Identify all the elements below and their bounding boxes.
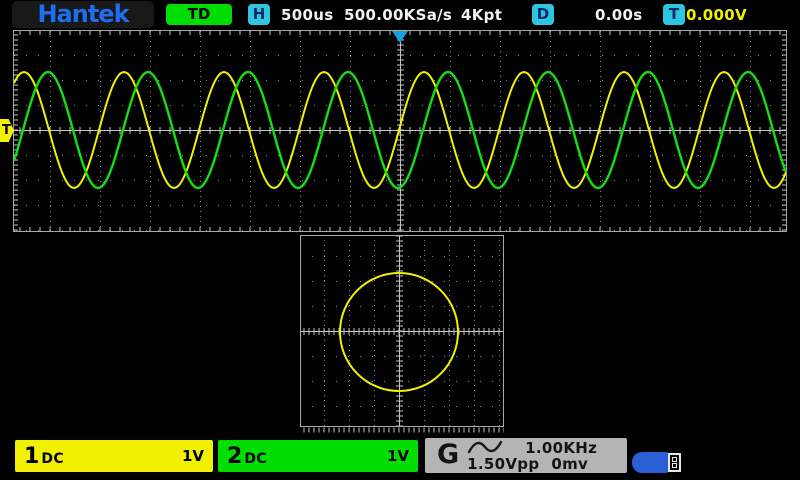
- channel1-number: 1: [24, 444, 39, 469]
- channel1-scale: 1V: [182, 447, 204, 465]
- trigger-menu-badge[interactable]: T: [663, 4, 685, 25]
- xy-lissajous-window: [300, 235, 504, 433]
- channel2-scale: 1V: [387, 447, 409, 465]
- signal-generator-status-box[interactable]: G 1.00KHz 1.50Vpp 0mv: [425, 438, 627, 473]
- usb-pin-hole: [672, 457, 677, 462]
- generator-label: G: [437, 439, 459, 470]
- trigger-level-marker[interactable]: T: [0, 119, 14, 142]
- channel1-coupling: DC: [41, 451, 64, 467]
- delay-badge[interactable]: D: [532, 4, 554, 25]
- usb-plug-connector: [668, 453, 681, 472]
- top-status-bar: Hantek TD H 500us 500.00KSa/s 4Kpt D 0.0…: [0, 0, 800, 30]
- xy-grid-canvas: [300, 235, 504, 433]
- trigger-level-readout: 0.000V: [686, 0, 747, 30]
- main-grid-canvas: [14, 31, 786, 231]
- sine-icon: [467, 440, 503, 455]
- oscilloscope-screen: Hantek TD H 500us 500.00KSa/s 4Kpt D 0.0…: [0, 0, 800, 480]
- usb-device-icon: [632, 452, 682, 473]
- channel1-label: 1 DC: [24, 444, 64, 469]
- sample-rate-readout: 500.00KSa/s: [344, 0, 452, 30]
- generator-readouts: 1.00KHz 1.50Vpp 0mv: [467, 440, 597, 472]
- brand-logo: Hantek: [12, 1, 154, 28]
- memory-depth-readout: 4Kpt: [461, 0, 502, 30]
- main-waveform-window: [13, 30, 787, 232]
- channel2-status-box[interactable]: 2 DC 1V: [218, 440, 418, 472]
- channel2-coupling: DC: [244, 451, 267, 467]
- usb-plug-body: [632, 452, 669, 473]
- horizontal-menu-badge[interactable]: H: [248, 4, 270, 25]
- generator-offset: 0mv: [551, 455, 588, 473]
- horizontal-offset-readout: 0.00s: [595, 0, 642, 30]
- brand-logo-text: Hantek: [37, 0, 128, 28]
- generator-amplitude: 1.50Vpp: [467, 455, 539, 473]
- channel1-status-box[interactable]: 1 DC 1V: [15, 440, 213, 472]
- channel2-label: 2 DC: [227, 444, 267, 469]
- acquisition-mode-badge[interactable]: TD: [166, 4, 232, 25]
- channel2-number: 2: [227, 444, 242, 469]
- usb-pin-hole: [672, 463, 677, 468]
- timebase-readout: 500us: [281, 0, 333, 30]
